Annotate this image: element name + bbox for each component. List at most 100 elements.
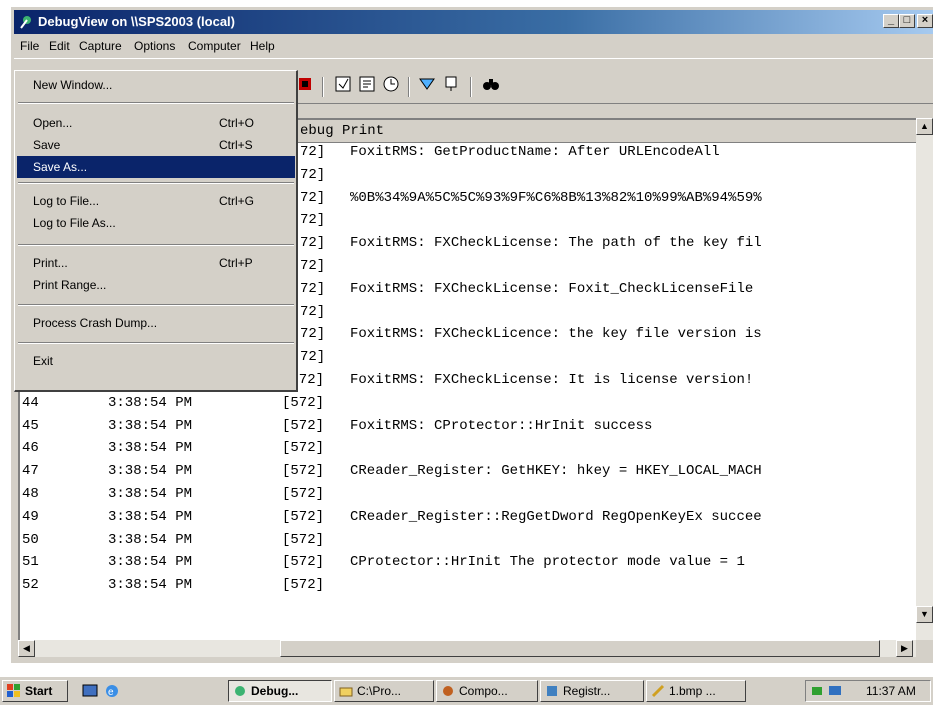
scroll-left-button[interactable]: ◀ [18, 640, 35, 657]
menu-computer[interactable]: Computer [188, 39, 241, 53]
table-row[interactable]: 45 3:38:54 PM [572] FoxitRMS: CProtector::H… [20, 416, 916, 439]
table-row[interactable]: 47 3:38:54 PM [572] CReader_Register: GetHK… [20, 461, 916, 484]
menu-file[interactable]: File [20, 39, 39, 53]
menu-item-label: Log to File... [33, 194, 100, 208]
clock[interactable]: 11:37 AM [866, 684, 916, 698]
taskbar-registry-editor[interactable]: Registr... [540, 680, 644, 702]
menu-item-label: Open... [33, 116, 73, 130]
maximize-button[interactable]: □ [899, 14, 915, 28]
row-debug-text: FoxitRMS: FXCheckLicense: It is license … [350, 371, 754, 388]
row-debug-text: FoxitRMS: CProtector::HrInit success [350, 417, 653, 434]
table-row[interactable]: 44 3:38:54 PM [572] [20, 393, 916, 416]
scroll-up-button[interactable]: ▲ [916, 118, 933, 135]
row-debug-text: CReader_Register::RegGetDword RegOpenKey… [350, 508, 762, 525]
row-time: 3:38:54 PM [108, 554, 193, 571]
menu-edit[interactable]: Edit [49, 39, 70, 53]
table-row[interactable]: 46 3:38:54 PM [572] [20, 438, 916, 461]
table-row[interactable]: 50 3:38:54 PM [572] [20, 530, 916, 553]
svg-text:e: e [108, 687, 114, 698]
menu-item-exit-item[interactable]: Exit [17, 350, 295, 372]
row-pid: 72] [300, 189, 326, 206]
menu-capture[interactable]: Capture [79, 39, 122, 53]
table-row[interactable]: 52 3:38:54 PM [572] [20, 575, 916, 598]
internet-explorer-icon[interactable]: e [104, 683, 120, 699]
horizontal-scrollbar[interactable]: ◀ ▶ [18, 640, 916, 657]
taskbar-button-label: 1.bmp ... [669, 684, 716, 698]
menu-item-print-range-item[interactable]: Print Range... [17, 274, 295, 296]
row-number: 48 [22, 485, 39, 502]
taskbar-component-services[interactable]: Compo... [436, 680, 538, 702]
row-number: 45 [22, 417, 39, 434]
taskbar-paint[interactable]: 1.bmp ... [646, 680, 746, 702]
row-debug-text: FoxitRMS: GetProductName: After URLEncod… [350, 144, 720, 160]
windows-logo-icon [7, 684, 20, 697]
menu-item-label: Save As... [33, 160, 88, 174]
row-pid: 72] [300, 349, 326, 366]
row-debug-text: %0B%34%9A%5C%5C%93%9F%C6%8B%13%82%10%99%… [350, 189, 762, 206]
row-pid: 72] [300, 257, 326, 274]
row-number: 52 [22, 577, 39, 594]
filter-icon[interactable] [418, 75, 436, 93]
network-tray-icon[interactable] [810, 684, 824, 698]
menu-options[interactable]: Options [134, 39, 175, 53]
row-number: 51 [22, 554, 39, 571]
menu-item-new-window-item[interactable]: New Window... [17, 74, 295, 96]
row-pid: [572] [282, 554, 325, 571]
row-debug-text: CReader_Register: GetHKEY: hkey = HKEY_L… [350, 463, 762, 480]
menu-item-shortcut: Ctrl+S [219, 138, 253, 152]
table-row[interactable]: 48 3:38:54 PM [572] [20, 484, 916, 507]
toolbar-separator [470, 77, 472, 97]
start-label: Start [25, 684, 53, 698]
clock-icon[interactable] [382, 75, 400, 93]
menu-item-print-item[interactable]: Print... Ctrl+P [17, 252, 295, 274]
menu-item-save-item[interactable]: Save Ctrl+S [17, 134, 295, 156]
folder-icon [339, 687, 353, 697]
debugview-app-icon [20, 16, 31, 29]
scroll-right-button[interactable]: ▶ [896, 640, 913, 657]
scroll-down-button[interactable]: ▼ [916, 606, 933, 623]
menu-item-log-to-file-as-item[interactable]: Log to File As... [17, 212, 295, 234]
close-button[interactable]: × [917, 14, 933, 28]
row-number: 47 [22, 463, 39, 480]
table-row[interactable]: 51 3:38:54 PM [572] CProtector::HrInit The … [20, 552, 916, 575]
toolbar-separator [322, 77, 324, 97]
row-pid: 72] [300, 303, 326, 320]
taskbar-button-label: Compo... [459, 684, 508, 698]
row-time: 3:38:54 PM [108, 440, 193, 457]
paint-icon [651, 684, 665, 698]
menu-item-label: Log to File As... [33, 216, 116, 230]
debugview-app-icon [235, 686, 245, 696]
window-title: DebugView on \\SPS2003 (local) [38, 14, 235, 29]
menu-separator [18, 342, 294, 344]
taskbar-explorer[interactable]: C:\Pro... [334, 680, 434, 702]
find-binoculars-icon[interactable] [482, 75, 500, 93]
menu-item-log-to-file-item[interactable]: Log to File... Ctrl+G [17, 190, 295, 212]
taskbar: Start e Debug... C:\Pro... Compo... Regi… [0, 676, 933, 705]
title-bar[interactable]: DebugView on \\SPS2003 (local) _ □ × [14, 10, 933, 34]
show-desktop-icon[interactable] [82, 683, 98, 699]
menu-item-save-as-item[interactable]: Save As... [17, 156, 295, 178]
system-tray: 11:37 AM [805, 680, 931, 702]
row-pid: 72] [300, 212, 326, 229]
autoscroll-icon[interactable] [334, 75, 352, 93]
menu-item-open-item[interactable]: Open... Ctrl+O [17, 112, 295, 134]
menu-item-process-crash-dump-item[interactable]: Process Crash Dump... [17, 312, 295, 334]
row-time: 3:38:54 PM [108, 417, 193, 434]
menu-separator [18, 102, 294, 104]
minimize-button[interactable]: _ [883, 14, 899, 28]
column-debug-print[interactable]: ebug Print [300, 123, 384, 139]
start-button[interactable]: Start [2, 680, 68, 702]
scroll-thumb[interactable] [280, 640, 880, 657]
menu-help[interactable]: Help [250, 39, 275, 53]
row-time: 3:38:54 PM [108, 531, 193, 548]
clear-display-icon[interactable] [358, 75, 376, 93]
highlight-icon[interactable] [442, 75, 460, 93]
table-row[interactable]: 49 3:38:54 PM [572] CReader_Register::RegGe… [20, 507, 916, 530]
monitor-tray-icon[interactable] [828, 684, 842, 698]
capture-icon[interactable] [296, 75, 314, 93]
taskbar-debugview[interactable]: Debug... [228, 680, 332, 702]
row-pid: [572] [282, 485, 325, 502]
vertical-scrollbar[interactable]: ▲ ▼ [916, 118, 933, 640]
row-pid: 72] [300, 235, 326, 252]
row-number: 44 [22, 394, 39, 411]
